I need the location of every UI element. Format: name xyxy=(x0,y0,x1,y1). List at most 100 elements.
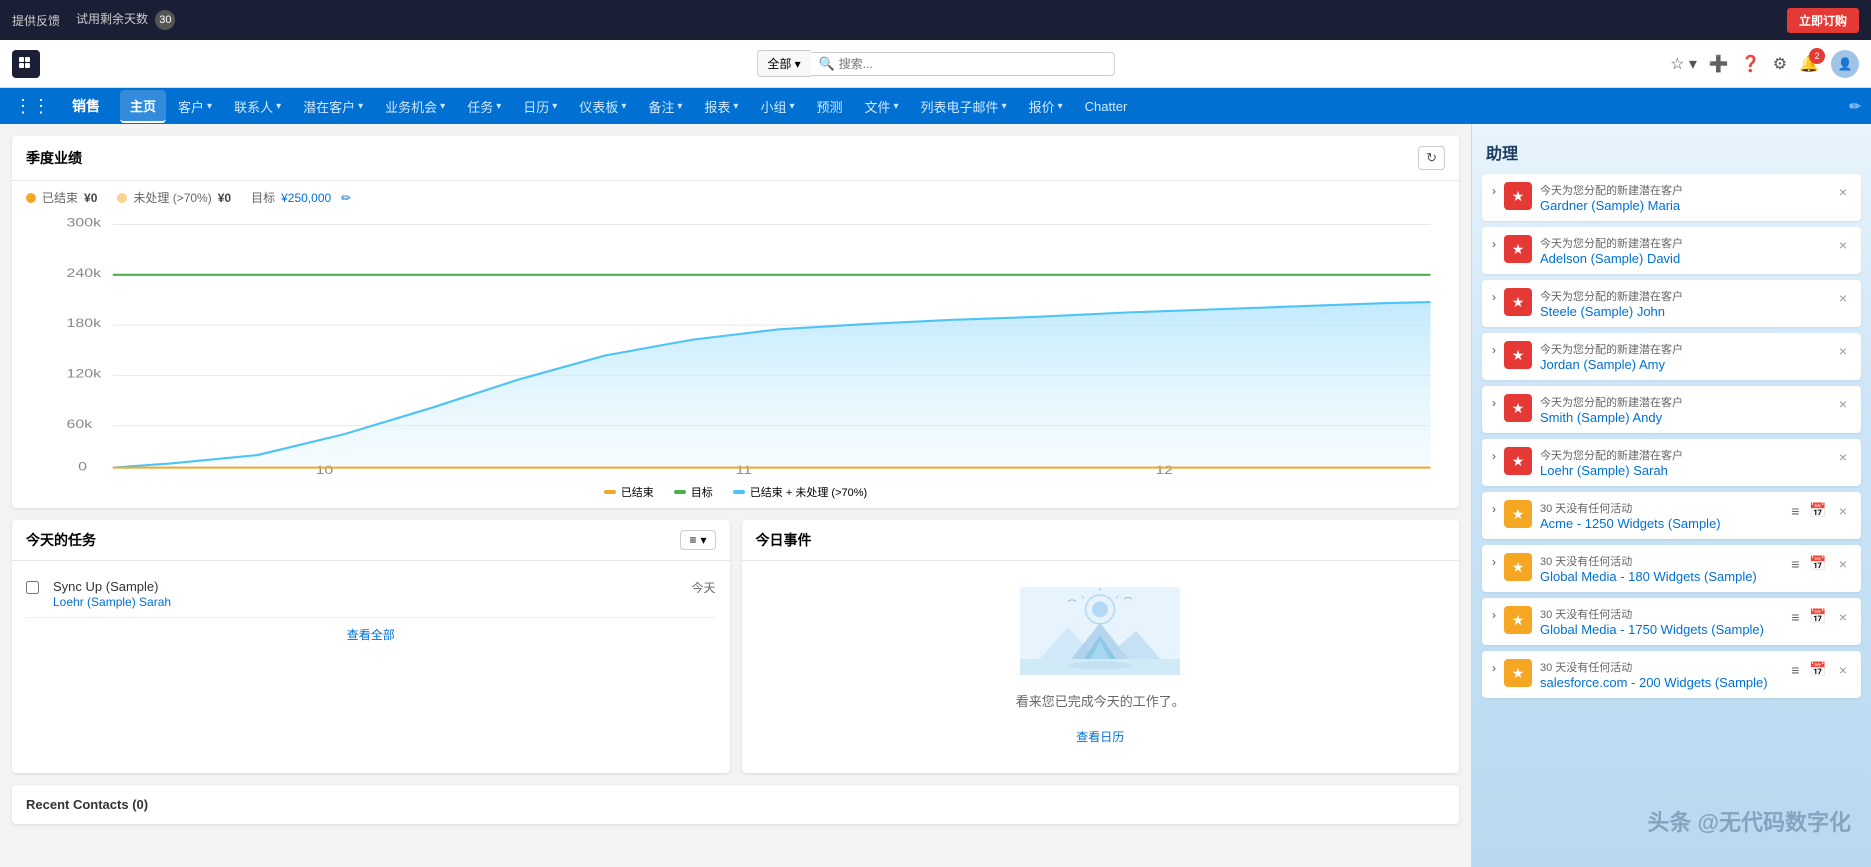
assistant-chevron-7[interactable]: › xyxy=(1492,555,1496,569)
assist-name-7[interactable]: Global Media - 180 Widgets (Sample) xyxy=(1540,569,1757,584)
assistant-item: › ★ 今天为您分配的新建潜在客户 Jordan (Sample) Amy × xyxy=(1482,333,1861,380)
assist-icon-5: ★ xyxy=(1504,447,1532,475)
open-dot xyxy=(117,193,127,203)
assist-close-btn-3[interactable]: × xyxy=(1835,341,1851,361)
assist-close-btn-6[interactable]: × xyxy=(1835,501,1851,521)
assist-cal-btn-9[interactable]: 📅 xyxy=(1807,659,1828,680)
view-calendar-link[interactable]: 查看日历 xyxy=(1068,720,1132,753)
search-input[interactable] xyxy=(811,52,1115,76)
menu-item-opportunities[interactable]: 业务机会 ▾ xyxy=(375,91,455,122)
svg-text:60k: 60k xyxy=(67,417,93,430)
assist-cal-btn-8[interactable]: 📅 xyxy=(1807,606,1828,627)
assist-icon-6: ★ xyxy=(1504,500,1532,528)
settings-icon[interactable]: ⚙ xyxy=(1773,54,1787,74)
topbar-right: 立即订购 xyxy=(1787,8,1859,33)
feedback-link[interactable]: 提供反馈 xyxy=(12,12,60,29)
assist-actions-3: × xyxy=(1835,341,1851,361)
tasks-body: Sync Up (Sample) Loehr (Sample) Sarah 今天… xyxy=(12,561,730,661)
menu-item-forecast[interactable]: 预测 xyxy=(806,91,852,122)
target-edit-icon[interactable]: ✏ xyxy=(341,191,351,205)
add-icon[interactable]: ➕ xyxy=(1709,54,1729,74)
events-empty-msg: 看来您已完成今天的工作了。 xyxy=(1016,691,1185,710)
assist-content-7: 30 天没有任何活动 Global Media - 180 Widgets (S… xyxy=(1540,553,1781,584)
menu-item-leads[interactable]: 潜在客户 ▾ xyxy=(293,91,373,122)
svg-text:300k: 300k xyxy=(67,216,102,229)
assist-actions-9: ≡ 📅 × xyxy=(1789,659,1851,680)
assist-name-3[interactable]: Jordan (Sample) Amy xyxy=(1540,357,1665,372)
user-avatar[interactable]: 👤 xyxy=(1831,50,1859,78)
assistant-chevron-6[interactable]: › xyxy=(1492,502,1496,516)
menu-item-files[interactable]: 文件 ▾ xyxy=(855,91,909,122)
app-launcher-icon[interactable] xyxy=(12,50,40,78)
menu-item-home[interactable]: 主页 xyxy=(120,90,166,123)
assistant-item: › ★ 今天为您分配的新建潜在客户 Loehr (Sample) Sarah × xyxy=(1482,439,1861,486)
assist-cal-btn-6[interactable]: 📅 xyxy=(1807,500,1828,521)
task-checkbox[interactable] xyxy=(26,581,39,594)
menu-item-tasks[interactable]: 任务 ▾ xyxy=(457,91,511,122)
task-filter-button[interactable]: ≡ ▾ xyxy=(680,530,715,550)
grid-menu-icon[interactable]: ⋮⋮ xyxy=(10,92,54,121)
assist-name-0[interactable]: Gardner (Sample) Maria xyxy=(1540,198,1680,213)
assistant-chevron-8[interactable]: › xyxy=(1492,608,1496,622)
subscribe-button[interactable]: 立即订购 xyxy=(1787,8,1859,33)
assist-cal-btn-7[interactable]: 📅 xyxy=(1807,553,1828,574)
assist-icon-1: ★ xyxy=(1504,235,1532,263)
assist-name-4[interactable]: Smith (Sample) Andy xyxy=(1540,410,1662,425)
menu-item-contacts[interactable]: 联系人 ▾ xyxy=(224,91,291,122)
menu-item-groups[interactable]: 小组 ▾ xyxy=(750,91,804,122)
assist-close-btn-7[interactable]: × xyxy=(1835,554,1851,574)
notification-badge: 2 xyxy=(1809,48,1825,64)
assistant-chevron-3[interactable]: › xyxy=(1492,343,1496,357)
notifications-icon[interactable]: 🔔 2 xyxy=(1799,54,1819,74)
menu-item-calendar[interactable]: 日历 ▾ xyxy=(513,91,567,122)
assist-close-btn-9[interactable]: × xyxy=(1835,660,1851,680)
assist-list-btn-7[interactable]: ≡ xyxy=(1789,554,1801,574)
menubar: ⋮⋮ 销售 主页 客户 ▾ 联系人 ▾ 潜在客户 ▾ 业务机会 ▾ 任务 ▾ 日… xyxy=(0,88,1871,124)
assist-name-1[interactable]: Adelson (Sample) David xyxy=(1540,251,1680,266)
assist-label-7: 30 天没有任何活动 xyxy=(1540,553,1781,569)
assistant-chevron-9[interactable]: › xyxy=(1492,661,1496,675)
favorites-icon[interactable]: ☆ ▾ xyxy=(1670,54,1697,74)
svg-text:0: 0 xyxy=(78,460,87,473)
menu-item-list-email[interactable]: 列表电子邮件 ▾ xyxy=(911,91,1017,122)
assist-name-5[interactable]: Loehr (Sample) Sarah xyxy=(1540,463,1668,478)
menu-item-notes[interactable]: 备注 ▾ xyxy=(638,91,692,122)
assist-close-btn-0[interactable]: × xyxy=(1835,182,1851,202)
menu-item-customers[interactable]: 客户 ▾ xyxy=(168,91,222,122)
task-link[interactable]: Loehr (Sample) Sarah xyxy=(53,595,171,609)
edit-menu-icon[interactable]: ✏ xyxy=(1849,98,1861,115)
menu-item-dashboard[interactable]: 仪表板 ▾ xyxy=(569,91,636,122)
filter-icon: ≡ xyxy=(689,533,696,547)
assist-list-btn-6[interactable]: ≡ xyxy=(1789,501,1801,521)
help-icon[interactable]: ❓ xyxy=(1741,54,1761,74)
assist-content-6: 30 天没有任何活动 Acme - 1250 Widgets (Sample) xyxy=(1540,500,1781,531)
refresh-button[interactable]: ↻ xyxy=(1418,146,1445,170)
assistant-chevron-2[interactable]: › xyxy=(1492,290,1496,304)
search-scope-all[interactable]: 全部 ▾ xyxy=(756,50,810,77)
assist-close-btn-8[interactable]: × xyxy=(1835,607,1851,627)
assistant-chevron-1[interactable]: › xyxy=(1492,237,1496,251)
menu-item-quotes[interactable]: 报价 ▾ xyxy=(1019,91,1073,122)
menu-item-chatter[interactable]: Chatter xyxy=(1075,93,1138,120)
assist-close-btn-2[interactable]: × xyxy=(1835,288,1851,308)
assist-name-9[interactable]: salesforce.com - 200 Widgets (Sample) xyxy=(1540,675,1768,690)
menu-item-reports[interactable]: 报表 ▾ xyxy=(694,91,748,122)
assist-actions-2: × xyxy=(1835,288,1851,308)
assist-name-6[interactable]: Acme - 1250 Widgets (Sample) xyxy=(1540,516,1721,531)
assist-name-8[interactable]: Global Media - 1750 Widgets (Sample) xyxy=(1540,622,1764,637)
legend-closed-dot xyxy=(604,490,616,494)
assistant-chevron-0[interactable]: › xyxy=(1492,184,1496,198)
assistant-item: › ★ 30 天没有任何活动 Acme - 1250 Widgets (Samp… xyxy=(1482,492,1861,539)
assist-name-2[interactable]: Steele (Sample) John xyxy=(1540,304,1665,319)
assist-close-btn-4[interactable]: × xyxy=(1835,394,1851,414)
assistant-chevron-4[interactable]: › xyxy=(1492,396,1496,410)
assist-list-btn-8[interactable]: ≡ xyxy=(1789,607,1801,627)
assist-list-btn-9[interactable]: ≡ xyxy=(1789,660,1801,680)
view-all-tasks-link[interactable]: 查看全部 xyxy=(26,618,716,651)
assist-actions-0: × xyxy=(1835,182,1851,202)
assistant-chevron-5[interactable]: › xyxy=(1492,449,1496,463)
assist-close-btn-1[interactable]: × xyxy=(1835,235,1851,255)
nav-icons: ☆ ▾ ➕ ❓ ⚙ 🔔 2 👤 xyxy=(1670,50,1859,78)
topbar-left: 提供反馈 试用剩余天数 30 xyxy=(12,10,175,30)
assist-close-btn-5[interactable]: × xyxy=(1835,447,1851,467)
